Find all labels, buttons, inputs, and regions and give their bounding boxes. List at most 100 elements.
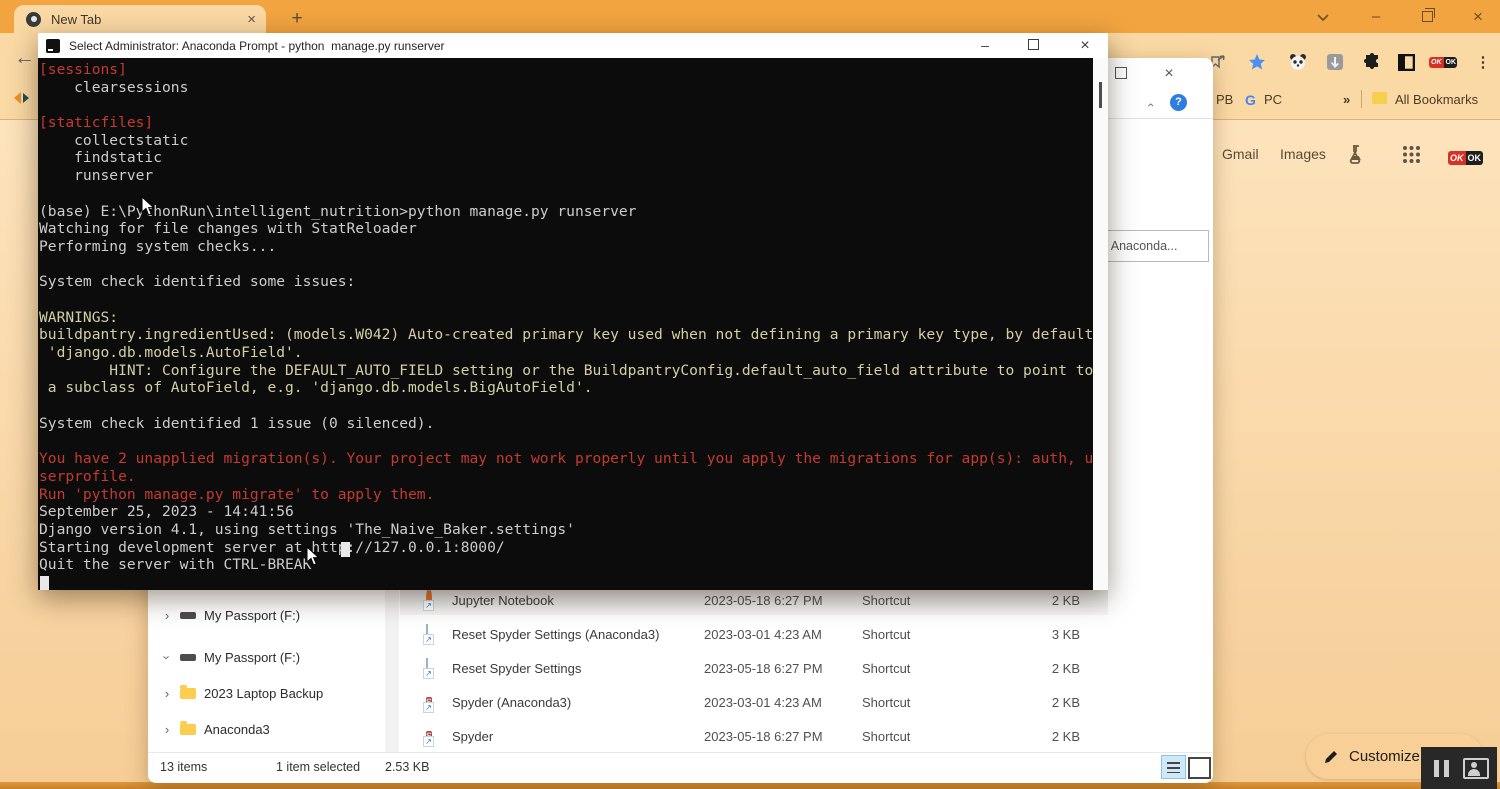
ribbon-divider [1092, 118, 1213, 119]
bookmark-star-icon[interactable] [1246, 51, 1268, 73]
tab-close-icon[interactable]: × [247, 11, 256, 28]
tab-title: New Tab [51, 12, 247, 27]
terminal-minimize-icon[interactable]: – [970, 36, 1000, 55]
console-line: serprofile. [39, 468, 1093, 486]
console-line: Quit the server with CTRL-BREAK [39, 556, 1093, 574]
file-row[interactable]: ↗ Reset Spyder Settings (Anaconda3)2023-0… [400, 619, 1108, 649]
console-line: System check identified some issues: [39, 273, 1093, 291]
google-apps-grid-icon[interactable] [1402, 145, 1421, 164]
explorer-maximize-icon[interactable] [1110, 64, 1132, 84]
webcam-person-icon[interactable] [1463, 758, 1489, 779]
okok-extension-icon[interactable]: OKOK [1429, 51, 1457, 73]
hand-extension-icon[interactable] [1324, 51, 1346, 73]
tree-item-my-passport-f-[interactable]: › My Passport (F:) [158, 602, 378, 628]
extensions-puzzle-icon[interactable] [1361, 51, 1383, 73]
file-name: Reset Spyder Settings (Anaconda3) [452, 627, 704, 642]
file-size: 3 KB [1010, 627, 1080, 642]
console-line: [staticfiles] [39, 114, 1093, 132]
console-output[interactable]: [sessions] clearsessions [staticfiles] c… [38, 58, 1093, 590]
tree-item-anaconda3[interactable]: ›Anaconda3 [158, 716, 378, 742]
file-row[interactable]: S↗Spyder (Anaconda3)2023-03-01 4:23 AMSh… [400, 687, 1108, 717]
bookmarks-overflow-icon[interactable]: » [1343, 92, 1350, 107]
console-line: Run 'python manage.py migrate' to apply … [39, 486, 1093, 504]
details-view-button[interactable] [1161, 755, 1186, 779]
window-chevron-down-icon[interactable] [1313, 8, 1333, 26]
console-line: HINT: Configure the DEFAULT_AUTO_FIELD s… [39, 362, 1093, 380]
diamond-favicon-icon[interactable] [13, 90, 31, 106]
file-name: Jupyter Notebook [452, 593, 704, 608]
chrome-menu-icon[interactable]: ⋮ [1472, 51, 1494, 73]
file-name: Spyder [452, 729, 704, 744]
tree-item-2023-laptop-backup[interactable]: › 2023 Laptop Backup [158, 680, 378, 706]
console-line: September 25, 2023 - 14:41:56 [39, 503, 1093, 521]
file-date: 2023-05-18 6:27 PM [704, 661, 862, 676]
bookmark-item-pb[interactable]: PB [1216, 92, 1233, 107]
chevron-collapsed-icon[interactable]: › [158, 608, 176, 623]
all-bookmarks-folder-icon [1372, 92, 1387, 104]
console-line: Watching for file changes with StatReloa… [39, 220, 1093, 238]
chevron-expanded-icon[interactable]: › [160, 648, 175, 666]
file-row[interactable]: S↗Spyder2023-05-18 6:27 PMShortcut2 KB [400, 721, 1108, 751]
tree-scrollbar[interactable] [385, 583, 399, 753]
gmail-link[interactable]: Gmail [1222, 146, 1259, 162]
spyder-shortcut-icon: S↗ [426, 727, 444, 745]
images-link[interactable]: Images [1280, 146, 1326, 162]
console-line: runserver [39, 167, 1093, 185]
console-line: Performing system checks... [39, 238, 1093, 256]
window-restore-icon[interactable] [1417, 8, 1437, 26]
file-row[interactable]: ↗ Reset Spyder Settings2023-05-18 6:27 PM… [400, 653, 1108, 683]
file-type: Shortcut [862, 729, 1010, 744]
back-icon[interactable]: ← [14, 46, 35, 70]
console-line [39, 291, 1093, 309]
help-icon[interactable]: ? [1170, 94, 1187, 111]
console-line [39, 185, 1093, 203]
drive-icon [180, 654, 196, 661]
explorer-search-input[interactable]: h Anaconda... [1096, 230, 1209, 262]
panda-extension-icon[interactable] [1287, 51, 1309, 73]
profile-avatar[interactable]: OKOK [1448, 148, 1483, 166]
tree-item-label: My Passport (F:) [204, 608, 300, 623]
file-type: Shortcut [862, 593, 1010, 608]
file-date: 2023-03-01 4:23 AM [704, 695, 862, 710]
file-date: 2023-05-18 6:27 PM [704, 593, 862, 608]
spyder-shortcut-icon: S↗ [426, 693, 444, 711]
folder-icon [180, 688, 196, 699]
shortcut-arrow-icon: ↗ [423, 668, 434, 679]
bookmark-item-pc[interactable]: PC [1264, 92, 1282, 107]
file-type: Shortcut [862, 627, 1010, 642]
terminal-titlebar[interactable]: Select Administrator: Anaconda Prompt - … [38, 33, 1108, 58]
terminal-scrollbar[interactable] [1093, 58, 1108, 590]
labs-flask-icon[interactable] [1345, 143, 1367, 165]
terminal-maximize-icon[interactable] [1018, 36, 1048, 55]
console-line [39, 397, 1093, 415]
terminal-close-icon[interactable]: × [1070, 36, 1100, 55]
all-bookmarks-label[interactable]: All Bookmarks [1395, 92, 1478, 107]
tree-item-my-passport-f-[interactable]: ›My Passport (F:) [158, 644, 378, 670]
browser-tab[interactable]: New Tab × [14, 5, 266, 33]
window-minimize-icon[interactable]: – [1366, 8, 1386, 26]
console-line [39, 432, 1093, 450]
file-name: Reset Spyder Settings [452, 661, 704, 676]
window-close-icon[interactable]: × [1468, 8, 1488, 26]
document-shortcut-icon: ↗ [426, 625, 444, 643]
dark-square-extension-icon[interactable] [1395, 51, 1417, 73]
ribbon-collapse-icon[interactable]: › [1143, 103, 1157, 107]
pause-icon[interactable] [1434, 760, 1449, 777]
console-line: clearsessions [39, 79, 1093, 97]
shortcut-arrow-icon: ↗ [423, 600, 434, 611]
tree-item-label: 2023 Laptop Backup [204, 686, 323, 701]
terminal-scroll-thumb[interactable] [1099, 82, 1102, 108]
explorer-close-icon[interactable]: × [1158, 64, 1180, 84]
document-shortcut-icon: ↗ [426, 659, 444, 677]
file-date: 2023-03-01 4:23 AM [704, 627, 862, 642]
chevron-collapsed-icon[interactable]: › [158, 722, 176, 737]
file-date: 2023-05-18 6:27 PM [704, 729, 862, 744]
chevron-collapsed-icon[interactable]: › [158, 686, 176, 701]
console-line: [sessions] [39, 61, 1093, 79]
shortcut-arrow-icon: ↗ [423, 634, 434, 645]
folder-icon [180, 724, 196, 735]
new-tab-button[interactable]: + [286, 8, 308, 30]
thumbnail-view-button[interactable] [1188, 757, 1211, 779]
mouse-cursor-icon [306, 546, 321, 567]
console-line: collectstatic [39, 132, 1093, 150]
